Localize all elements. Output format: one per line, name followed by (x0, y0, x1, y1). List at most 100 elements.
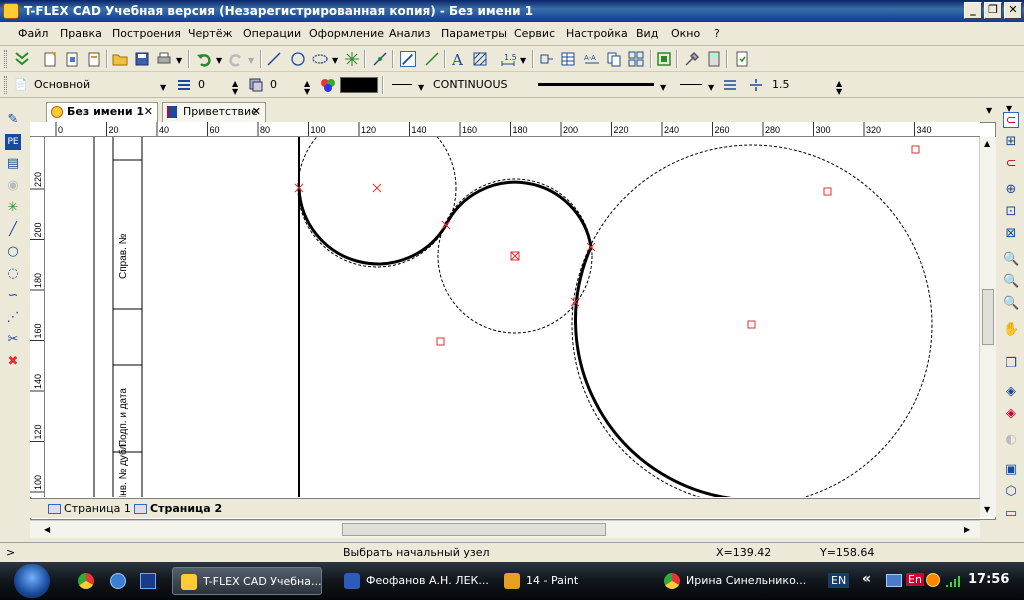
table-icon[interactable] (560, 51, 576, 67)
level-value-1[interactable]: 0 (198, 76, 205, 94)
horizontal-scroll-thumb[interactable] (342, 523, 606, 536)
menu-service[interactable]: Сервис (514, 27, 555, 40)
new-icon[interactable] (42, 51, 58, 67)
chevron-down-icon[interactable]: ▼ (708, 83, 714, 92)
new-template-icon[interactable] (86, 51, 102, 67)
circle-icon[interactable]: ○ (5, 244, 21, 260)
snap-icon[interactable] (372, 51, 388, 67)
zoom-extents-icon[interactable]: ⊠ (1003, 226, 1019, 242)
pages-icon[interactable]: ❐ (1003, 356, 1019, 372)
dimension-icon[interactable]: 1.5 (500, 51, 516, 67)
pan-icon[interactable]: ✋ (1003, 322, 1019, 338)
construction-circle-1[interactable] (297, 137, 457, 268)
menu-window[interactable]: Окно (671, 27, 700, 40)
text-icon[interactable]: A (450, 51, 466, 67)
spin-down-icon[interactable]: ▼ (304, 87, 310, 96)
network-icon[interactable] (886, 574, 902, 587)
view-fit-icon[interactable] (656, 51, 672, 67)
chevron-down-icon[interactable]: ▼ (986, 106, 992, 115)
page-tab-1[interactable]: Страница 1 (46, 500, 131, 518)
save-icon[interactable] (134, 51, 150, 67)
start-button[interactable] (14, 564, 50, 598)
chevron-down-icon[interactable]: ▼ (418, 83, 424, 92)
wifi-signal-icon[interactable] (944, 573, 960, 589)
menu-help[interactable]: ? (714, 27, 720, 40)
maximize-button[interactable]: ❐ (984, 2, 1002, 19)
tab-document[interactable]: Без имени 1 ✕ (46, 102, 158, 122)
quicklaunch-k-icon[interactable] (110, 573, 126, 589)
chevron-down-icon[interactable]: ▼ (216, 56, 222, 65)
node-icon[interactable]: ✳ (5, 200, 21, 216)
zoom-window-icon[interactable]: ⊡ (1003, 204, 1019, 220)
print-icon[interactable] (156, 51, 172, 67)
language-indicator[interactable]: EN (828, 573, 850, 588)
sketch-icon[interactable] (400, 51, 416, 67)
scroll-down-icon[interactable]: ▼ (984, 505, 990, 514)
chevrons-icon[interactable] (14, 51, 30, 67)
menu-parameters[interactable]: Параметры (441, 27, 507, 40)
calculator-icon[interactable] (706, 51, 722, 67)
menu-analysis[interactable]: Анализ (389, 27, 431, 40)
menu-settings[interactable]: Настройка (566, 27, 628, 40)
hatch-icon[interactable] (472, 51, 488, 67)
menu-operations[interactable]: Операции (243, 27, 301, 40)
color-palette-icon[interactable] (320, 77, 336, 93)
zoom-page-icon[interactable]: 🔍 (1003, 274, 1019, 290)
horizontal-scrollbar[interactable]: ◀ ▶ (30, 520, 980, 538)
taskbar-item-chrome[interactable]: Ирина Синельнико... (656, 567, 806, 595)
toolbar-grip[interactable] (4, 50, 7, 68)
disabled-icon[interactable]: ◉ (5, 178, 21, 194)
fragment-icon[interactable] (538, 51, 554, 67)
graphic-line-icon[interactable] (424, 51, 440, 67)
trim-icon[interactable]: ✂ (5, 332, 21, 348)
toolbar-grip[interactable] (4, 76, 7, 94)
tools-icon[interactable] (684, 51, 700, 67)
zoom-in-icon[interactable]: ⊕ (1003, 182, 1019, 198)
clock[interactable]: 17:56 (968, 572, 1009, 587)
taskbar-item-paint[interactable]: 14 - Paint (496, 567, 646, 595)
lineweight-value[interactable]: 1.5 (772, 76, 790, 94)
page-tab-2[interactable]: Страница 2 (132, 500, 222, 518)
line-icon[interactable] (266, 51, 282, 67)
menu-drawing[interactable]: Чертёж (188, 27, 232, 40)
menu-view[interactable]: Вид (636, 27, 658, 40)
level-value-2[interactable]: 0 (270, 76, 277, 94)
spin-down-icon[interactable]: ▼ (836, 87, 842, 96)
keyboard-layout-icon[interactable]: En (906, 573, 924, 586)
chevron-down-icon[interactable]: ▼ (660, 83, 666, 92)
scroll-left-icon[interactable]: ◀ (44, 525, 50, 534)
node-icon[interactable] (344, 51, 360, 67)
layer-select[interactable]: Основной (34, 76, 168, 94)
ellipse-icon[interactable] (312, 51, 328, 67)
copy-page-icon[interactable] (606, 51, 622, 67)
taskbar-item-tflex[interactable]: T-FLEX CAD Учебна... (172, 567, 322, 595)
drawing-canvas[interactable]: Справ. № Подп. и дата Инв. № дубл. (46, 137, 980, 497)
contour-path[interactable] (297, 180, 736, 497)
window-icon[interactable]: ▭ (1003, 506, 1019, 522)
snap-grid-icon[interactable]: ⊞ (1003, 134, 1019, 150)
menu-file[interactable]: Файл (18, 27, 48, 40)
polyline-icon[interactable]: ⋰ (5, 310, 21, 326)
chevron-down-icon[interactable]: ▼ (332, 56, 338, 65)
spec-icon[interactable]: A-A (584, 51, 600, 67)
pen-icon[interactable]: ✎ (5, 112, 21, 128)
vertical-scrollbar[interactable]: ▲ ▼ (979, 137, 996, 517)
redo-icon[interactable] (228, 51, 244, 67)
tab-welcome[interactable]: Приветствие ✕ (162, 102, 266, 122)
chevron-down-icon[interactable]: ▼ (176, 56, 182, 65)
show-hidden-icons-button[interactable]: « (862, 571, 871, 587)
undo-icon[interactable] (196, 51, 212, 67)
magnet-icon[interactable]: ⊂ (1003, 112, 1019, 128)
zoom-prev-icon[interactable]: 🔍 (1003, 252, 1019, 268)
line-icon[interactable]: ╱ (5, 222, 21, 238)
spline-icon[interactable]: ∽ (5, 288, 21, 304)
new-3d-icon[interactable] (64, 51, 80, 67)
arc-icon[interactable]: ◌ (5, 266, 21, 282)
menu-design[interactable]: Оформление (309, 27, 384, 40)
quicklaunch-m-icon[interactable] (140, 573, 156, 589)
vertical-scroll-thumb[interactable] (982, 289, 994, 345)
scroll-right-icon[interactable]: ▶ (964, 525, 970, 534)
menu-construct[interactable]: Построения (112, 27, 181, 40)
properties-icon[interactable]: PE (5, 134, 21, 150)
view-3d-icon[interactable]: ▣ (1003, 462, 1019, 478)
